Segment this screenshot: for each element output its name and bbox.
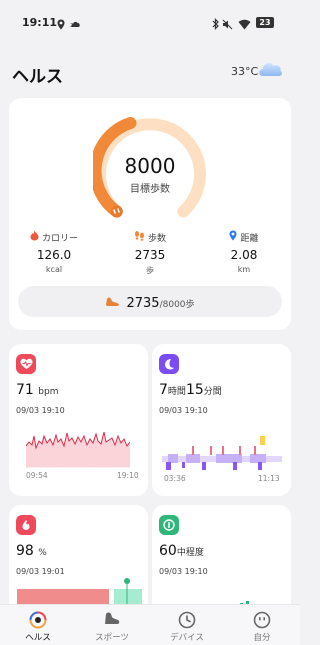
stat-distance: 距離 2.08 km bbox=[199, 230, 289, 274]
stat-calories-label: カロリー bbox=[41, 233, 78, 244]
mute-icon bbox=[222, 15, 233, 34]
bottom-tab-bar: ヘルス スポーツ デバイス 自分 bbox=[0, 604, 300, 645]
drop-icon bbox=[16, 515, 36, 535]
status-weather-temp: 20° bbox=[70, 23, 80, 29]
sleep-time: 09/03 19:10 bbox=[159, 406, 208, 415]
face-icon bbox=[232, 611, 292, 629]
weather-temperature: 33°C bbox=[231, 65, 259, 78]
steps-total: /8000歩 bbox=[159, 300, 195, 310]
steps-current: 2735 bbox=[126, 296, 160, 311]
tab-sports-label: スポーツ bbox=[95, 633, 129, 643]
sleep-value-row: 7時間15分間 bbox=[159, 382, 222, 398]
stat-steps: 歩数 2735 歩 bbox=[105, 230, 195, 276]
stat-calories-unit: kcal bbox=[45, 265, 63, 274]
stress-icon bbox=[159, 515, 179, 535]
tab-me-label: 自分 bbox=[253, 633, 271, 643]
heart-rate-card[interactable]: 71 bpm 09/03 19:10 09:54 19:10 bbox=[9, 344, 148, 496]
sleep-stage-chart bbox=[162, 436, 282, 470]
status-time: 19:11 bbox=[22, 16, 58, 29]
flame-icon bbox=[30, 230, 39, 244]
tab-devices[interactable]: デバイス bbox=[157, 611, 217, 643]
heart-rate-value: 71 bbox=[16, 382, 34, 398]
location-icon bbox=[57, 15, 65, 34]
stress-value: 60 bbox=[159, 543, 177, 559]
stress-time: 09/03 19:10 bbox=[159, 567, 208, 576]
heart-rate-axis-start: 09:54 bbox=[26, 471, 48, 480]
sleep-axis-start: 03:36 bbox=[164, 474, 186, 483]
stat-distance-value: 2.08 bbox=[230, 248, 258, 262]
footprints-icon bbox=[134, 230, 145, 244]
blood-oxygen-chart bbox=[17, 578, 142, 605]
sleep-minutes-unit: 分間 bbox=[203, 387, 222, 397]
blood-oxygen-value: 98 bbox=[16, 543, 34, 559]
tab-sports[interactable]: スポーツ bbox=[82, 611, 142, 643]
goal-label: 目標歩数 bbox=[130, 184, 170, 195]
status-bar: 19:11 20° 23 bbox=[0, 0, 300, 48]
health-ring-icon bbox=[8, 611, 68, 629]
sleep-hours-unit: 時間 bbox=[167, 387, 186, 397]
heart-rate-axis-end: 19:10 bbox=[117, 471, 139, 480]
heart-rate-value-row: 71 bpm bbox=[16, 382, 58, 398]
cloud-icon bbox=[256, 58, 284, 82]
stat-distance-unit: km bbox=[237, 265, 251, 274]
watch-icon bbox=[157, 611, 217, 629]
steps-progress-bar[interactable]: 2735/8000歩 bbox=[18, 286, 282, 317]
bluetooth-icon bbox=[212, 15, 219, 34]
tab-health-label: ヘルス bbox=[25, 633, 51, 643]
shoe-icon bbox=[82, 611, 142, 629]
moon-icon bbox=[159, 354, 179, 374]
stat-steps-value: 2735 bbox=[134, 248, 166, 262]
wifi-icon bbox=[238, 15, 251, 34]
heart-rate-chart bbox=[26, 431, 130, 468]
stat-steps-label: 歩数 bbox=[147, 233, 166, 244]
stat-calories-value: 126.0 bbox=[36, 248, 72, 262]
heart-rate-time: 09/03 19:10 bbox=[16, 406, 65, 415]
heart-pulse-icon bbox=[16, 354, 36, 374]
goal-value: 8000 bbox=[124, 154, 176, 178]
sleep-axis-end: 11:13 bbox=[258, 474, 280, 483]
battery-indicator: 23 bbox=[256, 17, 274, 28]
blood-oxygen-time: 09/03 19:01 bbox=[16, 567, 65, 576]
stat-distance-label: 距離 bbox=[240, 233, 259, 244]
sleep-card[interactable]: 7時間15分間 09/03 19:10 03:36 11:13 bbox=[152, 344, 291, 496]
stat-steps-unit: 歩 bbox=[146, 266, 154, 275]
page-title: ヘルス bbox=[12, 67, 63, 87]
sleep-minutes: 15 bbox=[185, 382, 204, 398]
tab-devices-label: デバイス bbox=[170, 633, 204, 643]
stat-calories: カロリー 126.0 kcal bbox=[9, 230, 99, 274]
blood-oxygen-unit: % bbox=[38, 548, 47, 558]
sleep-hours: 7 bbox=[159, 382, 168, 398]
daily-activity-card[interactable]: 8000 目標歩数 カロリー 126.0 kcal 歩数 2735 歩 距離 2… bbox=[9, 98, 291, 330]
tab-health[interactable]: ヘルス bbox=[8, 611, 68, 643]
shoe-icon bbox=[105, 292, 120, 311]
location-pin-icon bbox=[229, 230, 237, 244]
blood-oxygen-value-row: 98 % bbox=[16, 543, 47, 559]
stress-value-row: 60中程度 bbox=[159, 543, 204, 559]
heart-rate-unit: bpm bbox=[38, 387, 59, 397]
tab-me[interactable]: 自分 bbox=[232, 611, 292, 643]
stress-unit: 中程度 bbox=[176, 548, 204, 558]
